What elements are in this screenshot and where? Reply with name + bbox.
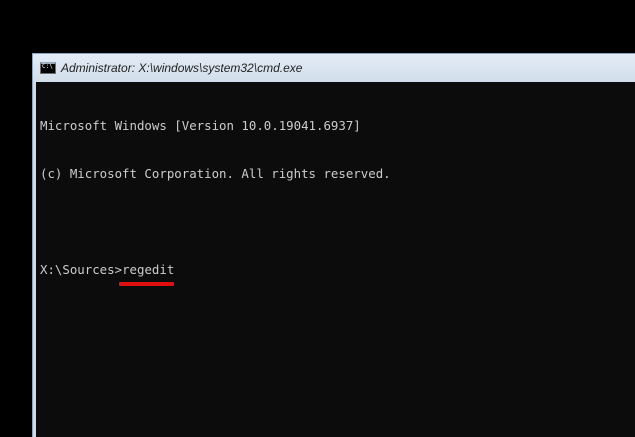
console-output[interactable]: Microsoft Windows [Version 10.0.19041.69… [36, 82, 635, 437]
console-command-text: regedit [122, 262, 175, 277]
console-line-version: Microsoft Windows [Version 10.0.19041.69… [40, 118, 361, 133]
highlight-underline [119, 282, 175, 286]
cmd-window[interactable]: C:\ Administrator: X:\windows\system32\c… [32, 53, 635, 437]
console-prompt: X:\Sources> [40, 262, 123, 277]
cmd-icon-glyph: C:\ [42, 63, 53, 70]
console-prompt-line[interactable]: X:\Sources>regedit [40, 262, 635, 286]
cmd-icon: C:\ [40, 62, 56, 74]
desktop-background: C:\ Administrator: X:\windows\system32\c… [0, 0, 635, 437]
window-titlebar[interactable]: C:\ Administrator: X:\windows\system32\c… [33, 54, 635, 82]
window-title: Administrator: X:\windows\system32\cmd.e… [61, 61, 303, 75]
console-line-copyright: (c) Microsoft Corporation. All rights re… [40, 166, 391, 181]
console-command[interactable]: regedit [119, 262, 175, 286]
